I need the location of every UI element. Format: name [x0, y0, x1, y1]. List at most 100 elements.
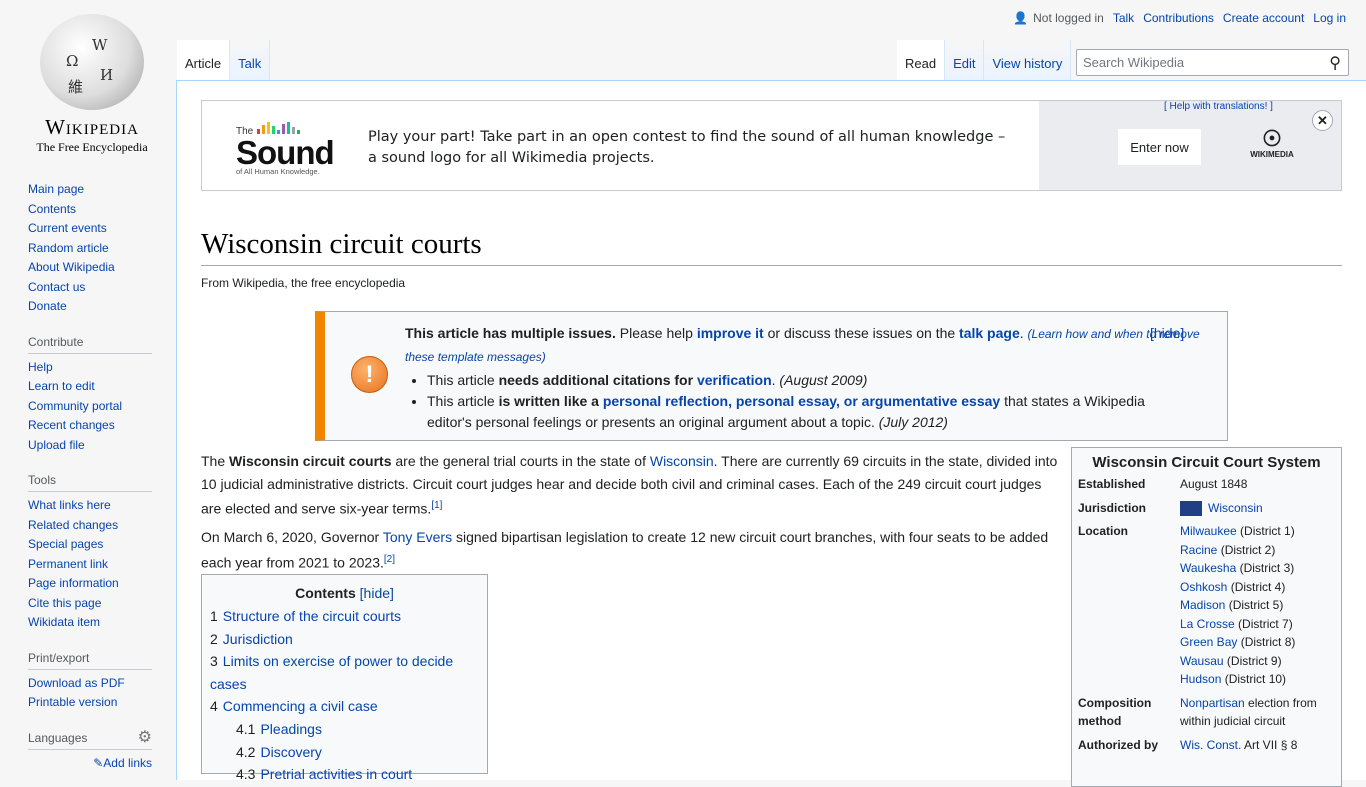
sidebar-item-current-events[interactable]: Current events [28, 219, 176, 239]
toc-link[interactable]: Commencing a civil case [223, 698, 378, 714]
tab-read[interactable]: Read [897, 40, 946, 80]
tab-edit[interactable]: Edit [945, 40, 985, 80]
wisconsin-link[interactable]: Wisconsin [650, 453, 714, 469]
print-portal: Print/export Download as PDF Printable ver… [0, 647, 176, 713]
city-link[interactable]: Hudson [1180, 672, 1221, 686]
reference-link[interactable]: [1] [431, 500, 442, 511]
city-link[interactable]: Wausau [1180, 654, 1224, 668]
sidebar-item-wikidata-item[interactable]: Wikidata item [28, 613, 176, 633]
add-links-link[interactable]: ✎Add links [28, 754, 152, 774]
issue-item: This article needs additional citations … [427, 370, 1205, 391]
languages-portal: Languages ⚙ ✎Add links [0, 727, 176, 774]
location-item: Milwaukee (District 1) [1180, 522, 1295, 541]
toc-item[interactable]: 4 Commencing a civil case [210, 695, 479, 718]
toc-link[interactable]: Structure of the circuit courts [223, 608, 401, 624]
sidebar-item-random-article[interactable]: Random article [28, 239, 176, 259]
city-link[interactable]: Milwaukee [1180, 524, 1237, 538]
sidebar-item-cite-this-page[interactable]: Cite this page [28, 594, 176, 614]
wikipedia-logo[interactable]: ΩWИ維 Wikipedia The Free Encyclopedia [22, 14, 162, 159]
location-item: Madison (District 5) [1180, 596, 1295, 615]
city-link[interactable]: Racine [1180, 543, 1217, 557]
hide-issues-link[interactable]: [hide] [1150, 322, 1184, 344]
toc-item[interactable]: 4.3 Pretrial activities in court [210, 763, 479, 786]
infobox-title: Wisconsin Circuit Court System [1092, 454, 1321, 471]
sound-logo: The Sound of All Human Knowledge. [236, 121, 346, 176]
sidebar-item-printable-version[interactable]: Printable version [28, 693, 176, 713]
tab-view-history[interactable]: View history [984, 40, 1072, 80]
jurisdiction-link[interactable]: Wisconsin [1208, 501, 1263, 515]
sidebar-item-download-as-pdf[interactable]: Download as PDF [28, 674, 176, 694]
sidebar-item-upload-file[interactable]: Upload file [28, 436, 176, 456]
row-label: Location [1078, 524, 1128, 538]
sidebar-item-permanent-link[interactable]: Permanent link [28, 555, 176, 575]
toc-link[interactable]: Pretrial activities in court [260, 766, 412, 782]
warning-icon: ! [351, 356, 388, 393]
talk-link[interactable]: Talk [1113, 11, 1134, 25]
city-link[interactable]: Waukesha [1180, 561, 1236, 575]
namespace-tabs: Article Talk [177, 40, 271, 80]
sidebar-item-special-pages[interactable]: Special pages [28, 535, 176, 555]
wisconsin-flag-icon [1180, 500, 1202, 516]
sidebar-item-contact-us[interactable]: Contact us [28, 278, 176, 298]
nonpartisan-link[interactable]: Nonpartisan [1180, 696, 1245, 710]
toc-item[interactable]: 4.1 Pleadings [210, 718, 479, 741]
create-account-link[interactable]: Create account [1223, 11, 1304, 25]
sidebar-item-related-changes[interactable]: Related changes [28, 516, 176, 536]
sidebar-item-main-page[interactable]: Main page [28, 180, 176, 200]
toc-link[interactable]: Discovery [260, 744, 321, 760]
sidebar-item-donate[interactable]: Donate [28, 297, 176, 317]
reference-link[interactable]: [2] [384, 554, 395, 565]
toc-item[interactable]: 1 Structure of the circuit courts [210, 605, 479, 628]
toc-item[interactable]: 4.2 Discovery [210, 741, 479, 764]
location-item: Hudson (District 10) [1180, 670, 1295, 689]
toc-link[interactable]: Jurisdiction [223, 631, 293, 647]
user-status: 👤 Not logged in [1013, 11, 1104, 25]
toc-hide-link[interactable]: [hide] [360, 585, 394, 601]
enter-now-button[interactable]: Enter now [1118, 129, 1201, 165]
toc-item[interactable]: 2 Jurisdiction [210, 628, 479, 651]
languages-heading: Languages ⚙ [28, 727, 152, 750]
sidebar-item-recent-changes[interactable]: Recent changes [28, 416, 176, 436]
row-label: Jurisdiction [1078, 500, 1147, 515]
city-link[interactable]: La Crosse [1180, 617, 1235, 631]
sidebar-item-learn-to-edit[interactable]: Learn to edit [28, 377, 176, 397]
city-link[interactable]: Green Bay [1180, 635, 1237, 649]
contributions-link[interactable]: Contributions [1143, 11, 1214, 25]
tony-evers-link[interactable]: Tony Evers [383, 529, 452, 545]
help-translations-link[interactable]: [ Help with translations! ] [1164, 101, 1273, 112]
toc-item[interactable]: 3 Limits on exercise of power to decide c… [210, 650, 479, 695]
gear-icon[interactable]: ⚙ [138, 727, 152, 747]
city-link[interactable]: Oshkosh [1180, 580, 1227, 594]
sidebar-item-community-portal[interactable]: Community portal [28, 397, 176, 417]
toc-link[interactable]: Limits on exercise of power to decide ca… [210, 653, 453, 692]
tab-talk[interactable]: Talk [230, 40, 271, 80]
talk-page-link[interactable]: talk page [959, 325, 1020, 341]
sidebar-item-about-wikipedia[interactable]: About Wikipedia [28, 258, 176, 278]
close-icon[interactable]: ✕ [1312, 110, 1333, 131]
toc-link[interactable]: Pleadings [260, 721, 322, 737]
sidebar-item-help[interactable]: Help [28, 358, 176, 378]
city-link[interactable]: Madison [1180, 598, 1225, 612]
contribute-portal: Contribute Help Learn to edit Community por… [0, 331, 176, 456]
sidebar-item-page-information[interactable]: Page information [28, 574, 176, 594]
sound-bar [267, 122, 271, 134]
user-icon: 👤 [1013, 11, 1029, 25]
search-icon[interactable]: ⚲ [1329, 53, 1341, 73]
sidebar-item-contents[interactable]: Contents [28, 200, 176, 220]
tab-article[interactable]: Article [177, 40, 231, 80]
toc-number: 2 [210, 630, 218, 647]
wikimedia-label: WIKIMEDIA [1250, 150, 1294, 159]
pencil-icon: ✎ [93, 755, 104, 770]
print-heading: Print/export [28, 647, 152, 670]
log-in-link[interactable]: Log in [1313, 11, 1346, 25]
site-subtitle: From Wikipedia, the free encyclopedia [201, 276, 406, 290]
text: . [1019, 325, 1028, 341]
search-input[interactable]: Search Wikipedia ⚲ [1076, 49, 1349, 76]
essay-link[interactable]: personal reflection, personal essay, or … [603, 393, 1000, 409]
constitution-link[interactable]: Wis. Const. [1180, 738, 1241, 752]
toc-number: 4.1 [236, 720, 256, 737]
verification-link[interactable]: verification [697, 372, 772, 388]
improve-it-link[interactable]: improve it [697, 325, 764, 341]
multiple-issues-box: ! This article has multiple issues. Plea… [315, 311, 1228, 441]
sidebar-item-what-links-here[interactable]: What links here [28, 496, 176, 516]
